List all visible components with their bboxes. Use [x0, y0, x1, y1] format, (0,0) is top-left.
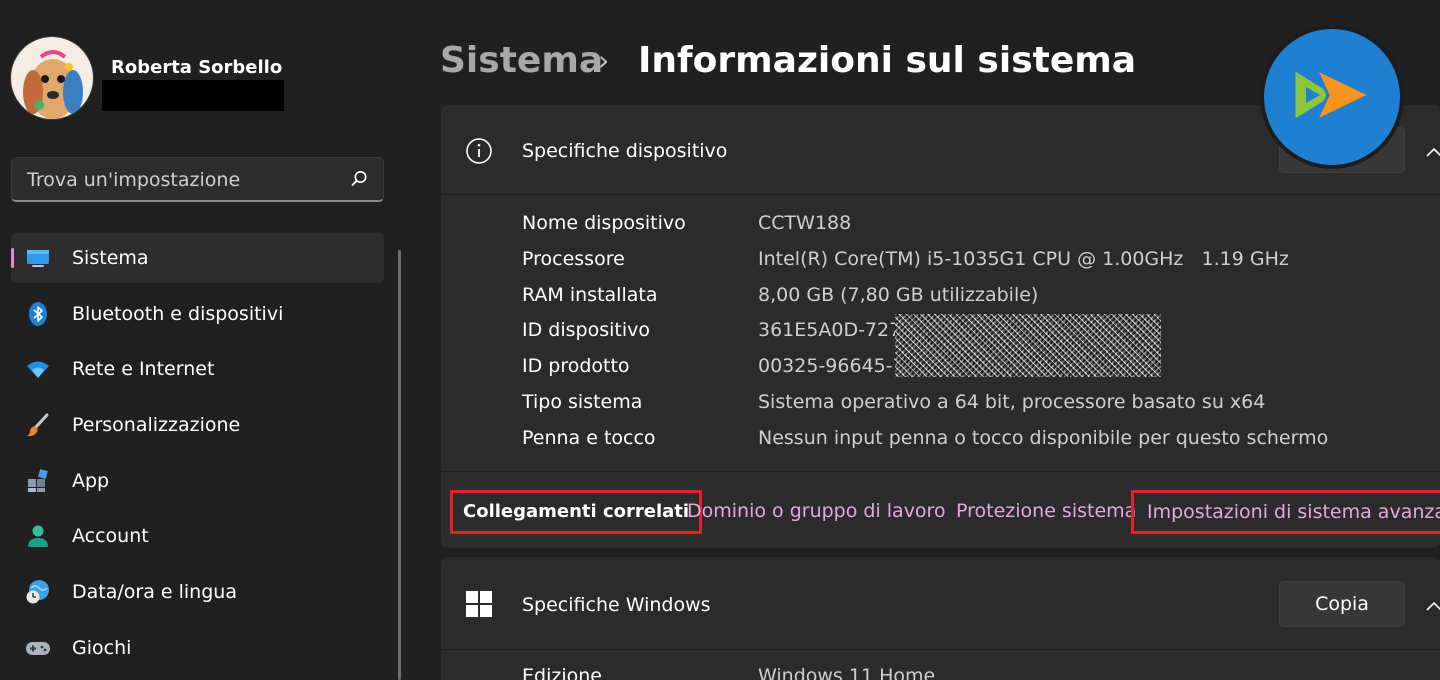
spec-label: ID prodotto [522, 355, 630, 378]
sidebar-item-label: Bluetooth e dispositivi [72, 302, 284, 325]
sidebar-item-data-ora[interactable]: Data/ora e lingua [11, 567, 384, 617]
card-title: Specifiche dispositivo [522, 140, 728, 162]
spec-value: 8,00 GB (7,80 GB utilizzabile) [758, 283, 1039, 306]
chevron-up-icon[interactable] [1425, 597, 1440, 611]
windows-logo-icon [465, 590, 493, 618]
sidebar-item-label: Giochi [72, 636, 132, 659]
sidebar-item-label: Rete e Internet [72, 358, 215, 381]
info-icon [465, 137, 493, 165]
spec-label: Processore [522, 247, 625, 270]
spec-value: Intel(R) Core(TM) i5-1035G1 CPU @ 1.00GH… [758, 247, 1289, 270]
chevron-right-icon: › [598, 44, 610, 77]
gamepad-icon [25, 635, 51, 661]
sidebar-item-giochi[interactable]: Giochi [11, 623, 384, 673]
link-advanced-system-settings[interactable]: Impostazioni di sistema avanzate [1131, 490, 1440, 534]
card-title: Specifiche Windows [522, 594, 711, 616]
related-links-heading: Collegamenti correlati [450, 490, 703, 534]
spec-label: Edizione [522, 665, 602, 680]
page-title: Informazioni sul sistema [638, 40, 1137, 81]
sidebar-item-label: Data/ora e lingua [72, 581, 237, 604]
spec-value: Sistema operativo a 64 bit, processore b… [758, 390, 1266, 413]
spec-label: Penna e tocco [522, 426, 656, 449]
user-profile[interactable]: Roberta Sorbello [10, 36, 300, 122]
active-indicator [11, 248, 14, 268]
system-icon [25, 245, 51, 271]
spec-value: Windows 11 Home [758, 665, 936, 680]
spec-label: RAM installata [522, 283, 658, 306]
sidebar-scrollbar[interactable] [398, 250, 401, 680]
email-redacted [102, 80, 284, 111]
sidebar-item-sistema[interactable]: Sistema [11, 233, 384, 283]
account-icon [25, 523, 51, 549]
device-specs-card: Specifiche dispositivo Nome dispositivo … [441, 105, 1440, 548]
sidebar-item-label: Personalizzazione [72, 414, 241, 437]
copy-button[interactable]: Copia [1279, 581, 1405, 627]
spec-value: Nessun input penna o tocco disponibile p… [758, 426, 1329, 449]
brand-logo [1258, 23, 1406, 171]
spec-value: 00325-96645-73 [758, 355, 917, 378]
spec-row: Tipo sistema Sistema operativo a 64 bit,… [522, 391, 1422, 427]
apps-icon [25, 468, 51, 494]
sidebar-nav: Sistema Bluetooth e dispositivi Rete e I… [11, 233, 384, 679]
sidebar-item-rete[interactable]: Rete e Internet [11, 344, 384, 394]
sidebar-item-personalizzazione[interactable]: Personalizzazione [11, 400, 384, 450]
brush-icon [25, 412, 51, 438]
search-placeholder: Trova un'impostazione [27, 169, 241, 191]
settings-window: Roberta Sorbello Trova un'impostazione S… [0, 0, 1440, 680]
spec-row: Penna e tocco Nessun input penna o tocco… [522, 427, 1422, 463]
user-name: Roberta Sorbello [111, 57, 283, 78]
link-system-protection[interactable]: Protezione sistema [956, 500, 1136, 522]
windows-specs-card: Specifiche Windows Copia Edizione Window… [441, 557, 1440, 680]
related-links: Collegamenti correlati Dominio o gruppo … [441, 471, 1440, 548]
spec-row: Processore Intel(R) Core(TM) i5-1035G1 C… [522, 248, 1422, 284]
wifi-icon [25, 356, 51, 382]
breadcrumb-parent[interactable]: Sistema [440, 40, 603, 81]
spec-label: Tipo sistema [522, 390, 643, 413]
avatar[interactable] [10, 36, 94, 120]
sidebar-item-label: Sistema [72, 247, 149, 269]
chevron-up-icon[interactable] [1425, 143, 1440, 157]
search-input[interactable]: Trova un'impostazione [11, 157, 384, 202]
spec-value: 361E5A0D-7276 [758, 319, 914, 342]
bluetooth-icon [25, 301, 51, 327]
redaction-noise [895, 314, 1161, 377]
sidebar-item-label: App [72, 469, 110, 492]
windows-specs-header[interactable]: Specifiche Windows Copia [441, 557, 1440, 650]
sidebar-item-label: Account [72, 525, 149, 548]
spec-row: Nome dispositivo CCTW188 [522, 212, 1422, 248]
time-language-icon [25, 579, 51, 605]
spec-label: ID dispositivo [522, 319, 650, 342]
sidebar-item-account[interactable]: Account [11, 511, 384, 561]
sidebar-item-app[interactable]: App [11, 456, 384, 506]
spec-row: Edizione Windows 11 Home [522, 665, 1422, 680]
spec-label: Nome dispositivo [522, 212, 686, 234]
search-icon[interactable] [349, 169, 369, 189]
sidebar-item-bluetooth[interactable]: Bluetooth e dispositivi [11, 289, 384, 339]
spec-value: CCTW188 [758, 212, 852, 234]
link-domain-workgroup[interactable]: Dominio o gruppo di lavoro [687, 500, 946, 522]
